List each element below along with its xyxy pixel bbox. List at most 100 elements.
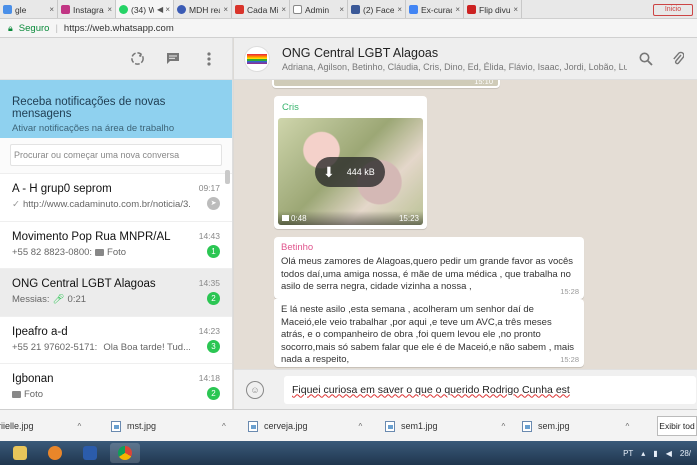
chat-name: ONG Central LGBT Alagoas [12, 278, 156, 290]
browser-tab[interactable]: MDH real× [174, 0, 232, 18]
tab-favicon-icon [409, 5, 418, 14]
file-explorer-icon[interactable] [5, 443, 35, 463]
tab-close-icon[interactable]: × [455, 5, 460, 14]
menu-icon[interactable] [200, 50, 218, 68]
group-info[interactable]: ONG Central LGBT Alagoas Adriana, Agilso… [282, 46, 627, 72]
tab-favicon-icon [177, 5, 186, 14]
media-player-icon[interactable] [40, 443, 70, 463]
message-bubble[interactable]: E lá neste asilo ,esta semana , acolhera… [274, 299, 584, 367]
chat-list-scrollbar[interactable] [225, 170, 230, 184]
address-bar[interactable]: 🔒︎ Seguro | https://web.whatsapp.com [0, 19, 697, 38]
video-camera-icon [282, 215, 289, 221]
emoji-icon[interactable]: ☺ [246, 380, 264, 399]
chevron-up-icon[interactable]: ^ [626, 422, 630, 431]
chevron-up-icon[interactable]: ^ [359, 422, 363, 431]
search-input[interactable] [10, 144, 222, 166]
window-controls[interactable]: Inicio [649, 0, 697, 18]
chat-preview: ✓ http://www.cadaminuto.com.br/noticia/3.… [12, 199, 190, 210]
chat-time: 14:23 [198, 325, 220, 336]
message-input[interactable]: Fiquei curiosa em saver o que o querido … [284, 375, 696, 404]
group-avatar[interactable] [244, 45, 270, 72]
check-icon: ✓ [12, 199, 20, 210]
new-chat-icon[interactable] [164, 50, 182, 68]
message-list: 15:10 Cris ⬇ 444 kB 0:48 15:23 Betinho O… [234, 74, 697, 369]
video-duration: 0:48 [282, 214, 307, 223]
browser-tab[interactable]: gle × [0, 0, 58, 18]
show-all-downloads-button[interactable]: Exibir tod [657, 416, 697, 436]
chat-preview: +55 21 97602-5171: Ola Boa tarde! Tud... [12, 341, 190, 353]
browser-tab[interactable]: Cada Min× [232, 0, 290, 18]
network-icon[interactable]: ▮ [653, 449, 657, 458]
chat-list-item[interactable]: Ipeafro a-d +55 21 97602-5171: Ola Boa ta… [0, 317, 232, 364]
tab-close-icon[interactable]: × [49, 5, 54, 14]
unread-badge: 2 [207, 387, 220, 400]
tray-arrow-icon[interactable]: ▴ [641, 449, 645, 458]
group-name: ONG Central LGBT Alagoas [282, 45, 439, 60]
url-text[interactable]: https://web.whatsapp.com [64, 23, 174, 34]
file-size: 444 kB [346, 167, 375, 177]
image-file-icon [111, 420, 121, 432]
address-separator: | [55, 22, 58, 34]
chat-time: 09:17 [198, 183, 220, 193]
notification-subtitle[interactable]: Ativar notificações na área de trabalho [12, 123, 220, 134]
unread-badge: 1 [207, 244, 220, 258]
download-item[interactable]: sem1.jpg ^ [385, 417, 505, 435]
notification-title: Receba notificações de novas mensagens [12, 96, 166, 120]
chrome-icon[interactable] [110, 443, 140, 463]
conversation-header[interactable]: ONG Central LGBT Alagoas Adriana, Agilso… [234, 38, 697, 80]
tab-close-icon[interactable]: × [513, 5, 518, 14]
tab-close-icon[interactable]: ◀ × [157, 5, 170, 14]
image-file-icon [385, 420, 395, 432]
browser-tab[interactable]: Ex-curado× [406, 0, 464, 18]
tab-favicon-icon [467, 5, 476, 14]
chat-preview: Messias: 🎤︎ 0:21 [12, 294, 87, 305]
browser-tab[interactable]: Instagram× [58, 0, 116, 18]
chat-name: A - H grup0 seprom [12, 183, 112, 195]
chat-preview: +55 82 8823-0800: Foto [12, 246, 127, 258]
tab-close-icon[interactable]: × [397, 5, 402, 14]
clock[interactable]: 28/ [680, 449, 691, 458]
tab-favicon-icon [351, 5, 360, 14]
browser-tab[interactable]: Admin × [290, 0, 348, 18]
download-button[interactable]: ⬇ 444 kB [315, 157, 385, 187]
window-badge[interactable]: Inicio [653, 3, 693, 16]
conversation-pane: ONG Central LGBT Alagoas Adriana, Agilso… [234, 38, 697, 409]
browser-tab-active[interactable]: (34) W ◀ × [116, 0, 174, 18]
chevron-up-icon[interactable]: ^ [78, 422, 82, 431]
browser-tab[interactable]: Flip divulg× [464, 0, 522, 18]
unread-badge: 2 [207, 292, 220, 305]
download-item[interactable]: mst.jpg ^ [111, 417, 226, 435]
chevron-up-icon[interactable]: ^ [502, 422, 506, 431]
download-item[interactable]: cerveja.jpg ^ [248, 417, 362, 435]
mute-icon: ➤ [207, 197, 220, 210]
microphone-icon: 🎤︎ [52, 294, 65, 305]
tab-close-icon[interactable]: × [107, 5, 112, 14]
message-time: 15:28 [560, 355, 579, 364]
chevron-up-icon[interactable]: ^ [222, 422, 226, 431]
message-bubble[interactable]: Betinho Olá meus zamores de Alagoas,quer… [274, 237, 584, 299]
chat-list-item[interactable]: Movimento Pop Rua MNPR/AL +55 82 8823-08… [0, 222, 232, 269]
word-icon[interactable] [75, 443, 105, 463]
rainbow-flag-icon [247, 53, 267, 64]
chat-name: Ipeafro a-d [12, 325, 68, 338]
message-bubble[interactable]: Cris ⬇ 444 kB 0:48 15:23 [274, 96, 427, 229]
image-file-icon [522, 420, 532, 432]
tab-close-icon[interactable]: × [281, 5, 286, 14]
attach-icon[interactable] [669, 50, 687, 68]
chat-list-item-selected[interactable]: ONG Central LGBT Alagoas Messias: 🎤︎ 0:21 … [0, 269, 232, 317]
volume-icon[interactable]: ◀ [666, 449, 672, 458]
system-tray: PT ▴ ▮ ◀ 28/ [623, 449, 697, 458]
browser-tab[interactable]: (2) Faceb× [348, 0, 406, 18]
download-item[interactable]: riielle.jpg ^ [0, 417, 81, 435]
notification-banner[interactable]: Receba notificações de novas mensagens A… [0, 80, 232, 138]
status-icon[interactable] [128, 50, 146, 68]
search-icon[interactable] [637, 50, 655, 68]
tab-close-icon[interactable]: × [339, 5, 344, 14]
chat-list-item[interactable]: A - H grup0 seprom ✓ http://www.cadaminut… [0, 174, 232, 222]
language-indicator[interactable]: PT [623, 449, 633, 458]
tab-close-icon[interactable]: × [223, 5, 228, 14]
chat-list-item[interactable]: Igbonan Foto 14:18 2 [0, 364, 232, 409]
video-thumbnail[interactable]: ⬇ 444 kB 0:48 15:23 [278, 118, 423, 225]
message-text: Olá meus zamores de Alagoas,quero pedir … [281, 256, 574, 292]
download-item[interactable]: sem.jpg ^ [522, 417, 629, 435]
